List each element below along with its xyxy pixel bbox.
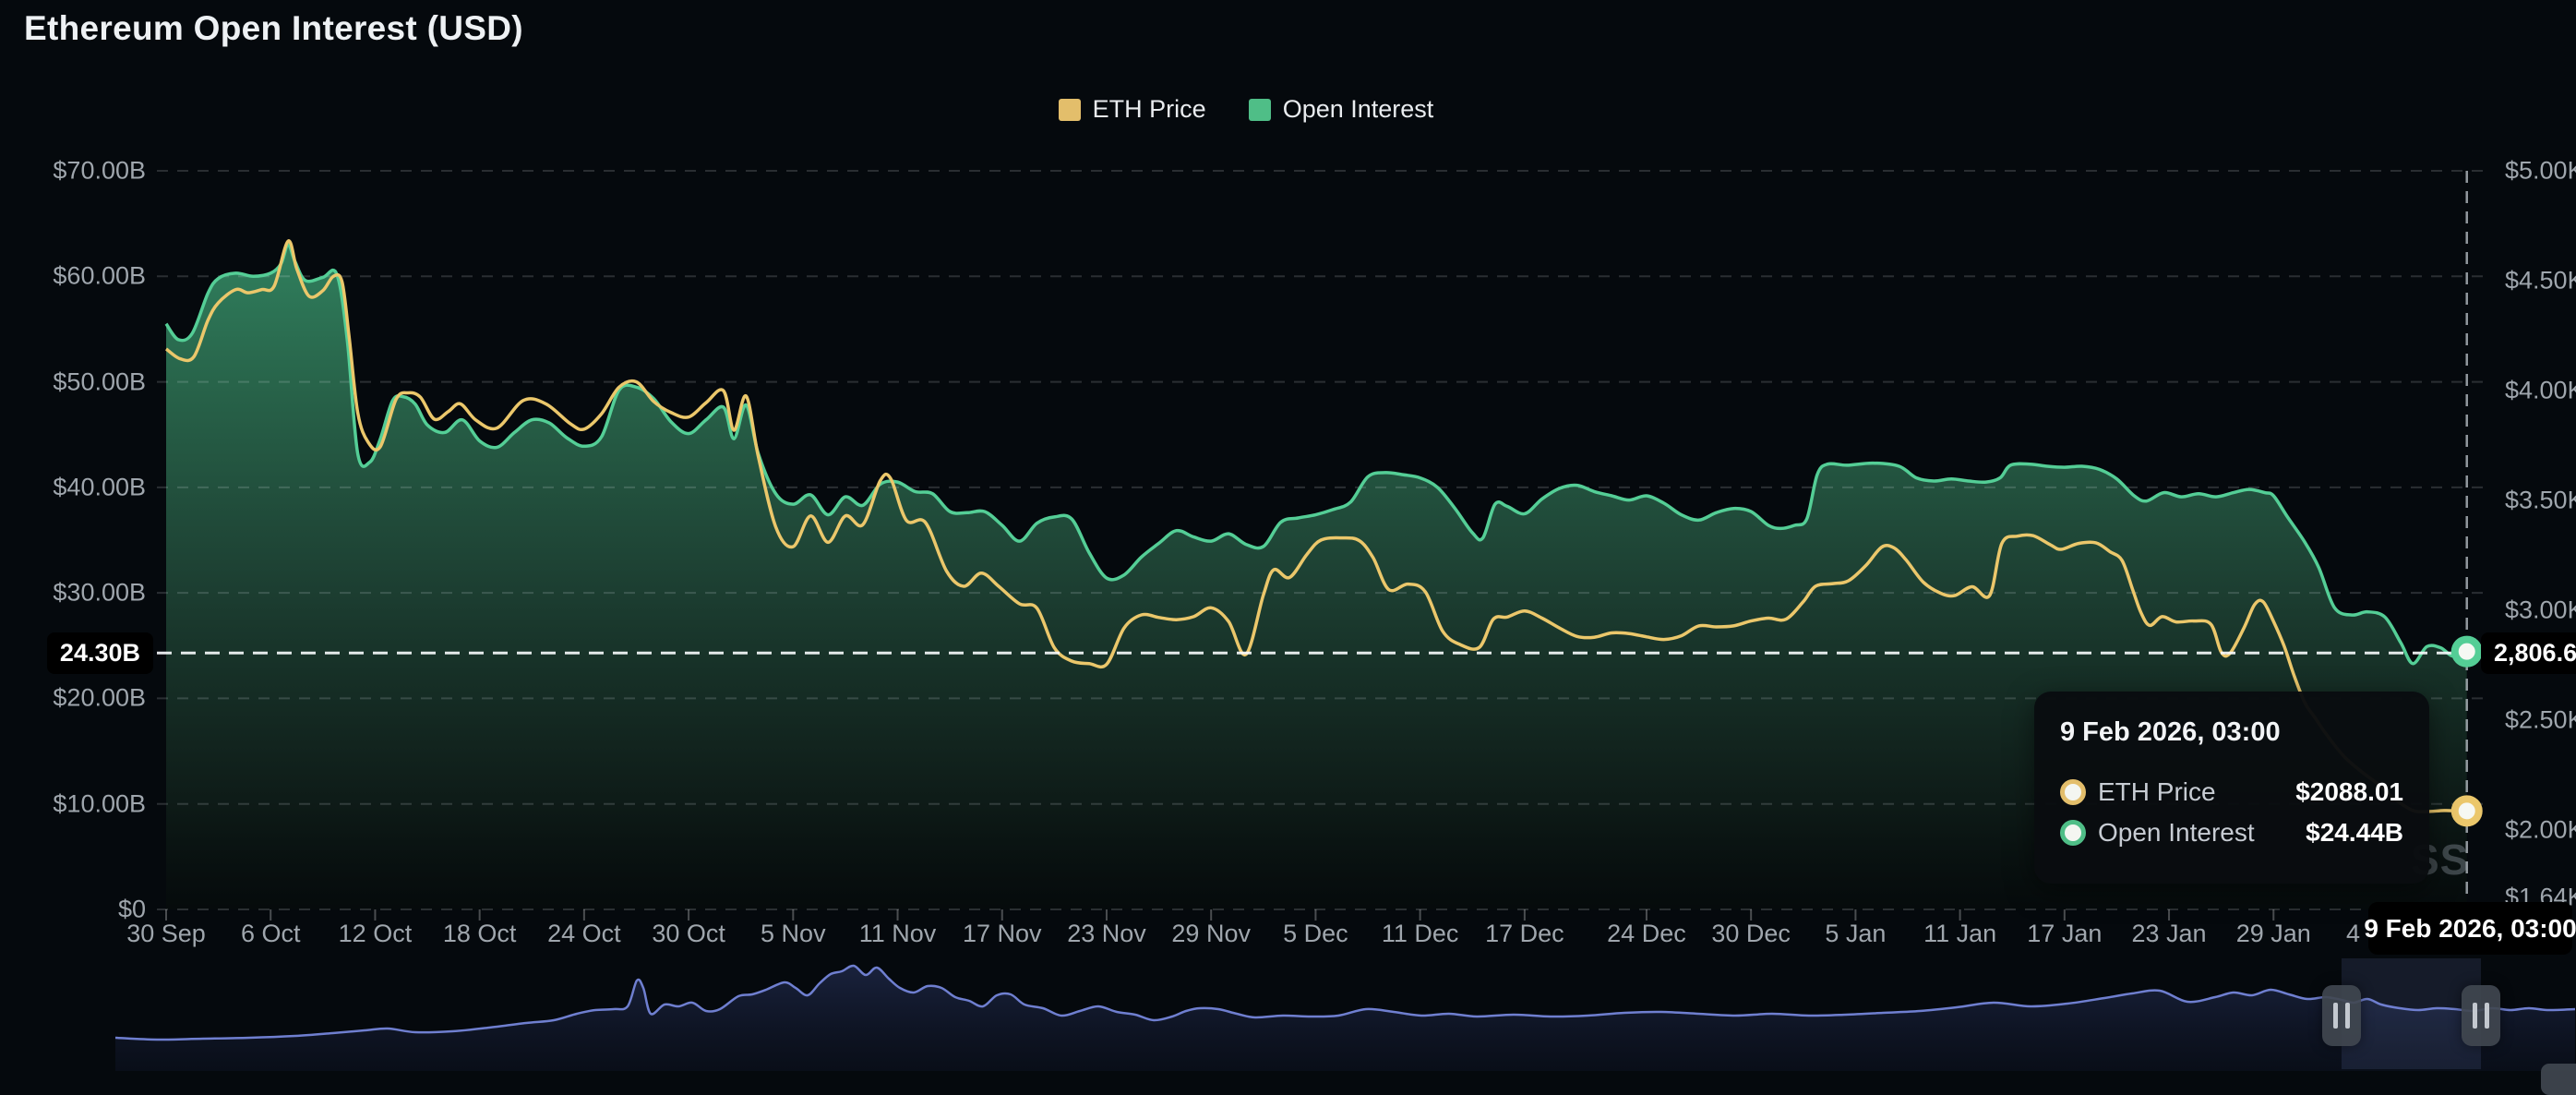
- crosshair-left-value-badge: 24.30B: [47, 632, 153, 674]
- tooltip-row-open-interest: Open Interest $24.44B: [2060, 818, 2403, 848]
- eth-price-dot-icon: [2060, 779, 2086, 805]
- crosshair-date-badge: 9 Feb 2026, 03:00: [2368, 902, 2572, 955]
- tooltip: 9 Feb 2026, 03:00 ETH Price $2088.01 Ope…: [2034, 692, 2429, 884]
- eth-price-marker-dot: [2455, 799, 2479, 823]
- open-interest-marker-dot: [2455, 640, 2479, 664]
- tooltip-value: $2088.01: [2295, 777, 2403, 807]
- tooltip-label: Open Interest: [2098, 818, 2255, 848]
- chart-page: Ethereum Open Interest (USD) ETH Price O…: [0, 0, 2576, 1081]
- navigator-area: [115, 966, 2575, 1071]
- navigator-right-handle[interactable]: [2462, 985, 2500, 1046]
- navigator-corner-button[interactable]: [2541, 1064, 2576, 1095]
- open-interest-dot-icon: [2060, 820, 2086, 846]
- main-chart-canvas[interactable]: [0, 0, 2576, 1081]
- crosshair-right-value-badge: 2,806.60: [2481, 632, 2576, 674]
- tooltip-title: 9 Feb 2026, 03:00: [2060, 717, 2403, 748]
- tooltip-row-eth-price: ETH Price $2088.01: [2060, 777, 2403, 807]
- navigator-selection[interactable]: [2342, 958, 2481, 1069]
- navigator-left-handle[interactable]: [2322, 985, 2361, 1046]
- tooltip-label: ETH Price: [2098, 777, 2216, 807]
- tooltip-value: $24.44B: [2306, 818, 2403, 848]
